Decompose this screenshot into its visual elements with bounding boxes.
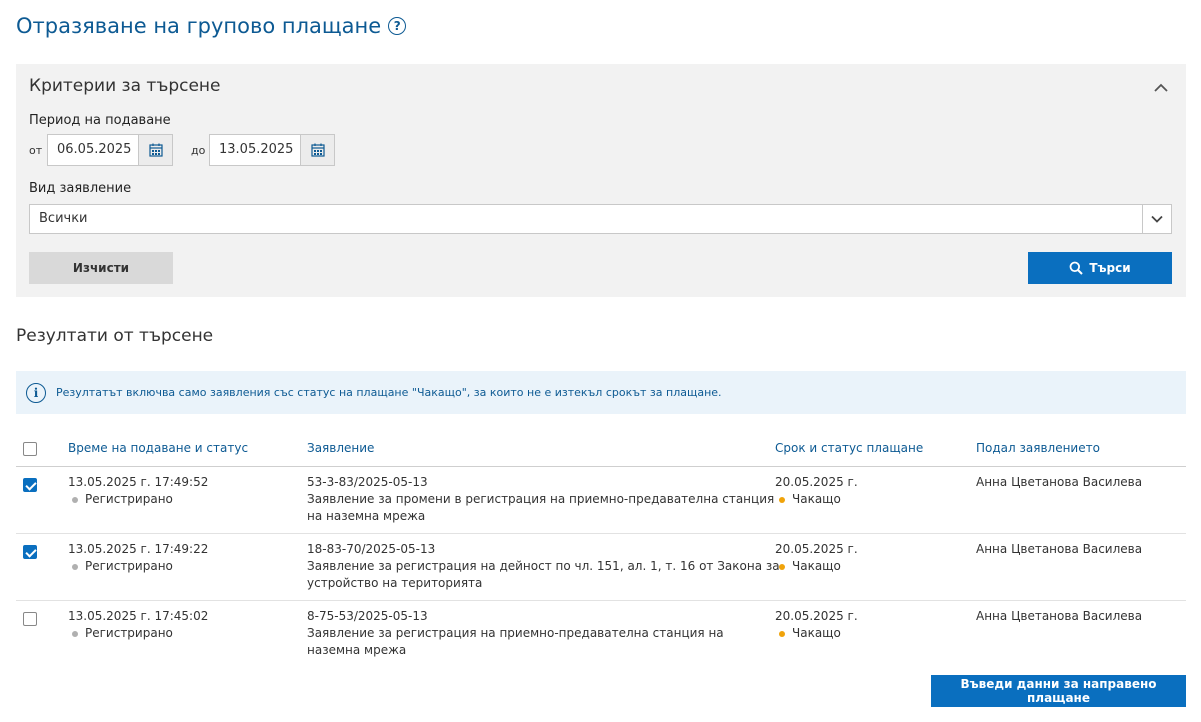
to-date-field[interactable]: 13.05.2025 [209, 134, 335, 166]
row-time-cell: 13.05.2025 г. 17:49:22 Регистрирано [68, 541, 208, 575]
row-checkbox[interactable] [23, 478, 37, 492]
registration-status: Регистрирано [85, 626, 173, 640]
status-dot-icon [72, 630, 78, 637]
submitter-name: Анна Цветанова Василева [976, 542, 1143, 556]
results-title: Резултати от търсене [16, 326, 214, 346]
application-number: 18-83-70/2025-05-13 [307, 542, 436, 556]
status-dot-icon [779, 630, 785, 637]
search-button[interactable]: Търси [1028, 252, 1172, 284]
select-all-checkbox[interactable] [23, 442, 37, 456]
row-application-cell: 18-83-70/2025-05-13 Заявление за регистр… [307, 541, 780, 592]
application-description: Заявление за регистрация на дейност по ч… [307, 559, 780, 573]
from-label: от [29, 144, 43, 157]
payment-deadline: 20.05.2025 г. [775, 542, 858, 556]
to-date-value[interactable]: 13.05.2025 [210, 135, 300, 165]
row-time-cell: 13.05.2025 г. 17:49:52 Регистрирано [68, 474, 208, 508]
payment-deadline: 20.05.2025 г. [775, 609, 858, 623]
results-table: Време на подаване и статус Заявление Сро… [16, 430, 1186, 668]
row-application-cell: 53-3-83/2025-05-13 Заявление за промени … [307, 474, 774, 525]
from-date-field[interactable]: 06.05.2025 [47, 134, 173, 166]
search-button-label: Търси [1089, 261, 1131, 275]
chevron-down-icon[interactable] [1142, 205, 1171, 233]
table-row: 13.05.2025 г. 17:45:02 Регистрирано 8-75… [16, 601, 1186, 668]
status-dot-icon [72, 496, 78, 503]
application-number: 53-3-83/2025-05-13 [307, 475, 428, 489]
row-deadline-cell: 20.05.2025 г. Чакащо [775, 474, 858, 508]
calendar-icon[interactable] [138, 135, 172, 165]
search-icon [1069, 261, 1084, 275]
row-checkbox[interactable] [23, 545, 37, 559]
header-submitter[interactable]: Подал заявлението [976, 441, 1100, 455]
application-description: Заявление за регистрация на приемно-пред… [307, 626, 724, 640]
page-title-text: Отразяване на групово плащане [16, 14, 382, 38]
payment-status: Чакащо [792, 559, 841, 573]
row-deadline-cell: 20.05.2025 г. Чакащо [775, 608, 858, 642]
application-description-cont: устройство на територията [307, 576, 483, 590]
submitter-name: Анна Цветанова Василева [976, 475, 1143, 489]
info-icon: i [26, 382, 46, 403]
page-title: Отразяване на групово плащане ? [16, 14, 407, 38]
to-label: до [191, 144, 206, 157]
row-checkbox[interactable] [23, 612, 37, 626]
status-dot-icon [72, 563, 78, 570]
table-row: 13.05.2025 г. 17:49:52 Регистрирано 53-3… [16, 467, 1186, 534]
application-type-select[interactable]: Всички [29, 204, 1172, 234]
payment-status: Чакащо [792, 492, 841, 506]
row-time-cell: 13.05.2025 г. 17:45:02 Регистрирано [68, 608, 208, 642]
info-text: Резултатът включва само заявления със ст… [56, 386, 722, 399]
application-description-cont: наземна мрежа [307, 643, 407, 657]
payment-deadline: 20.05.2025 г. [775, 475, 858, 489]
application-type-label: Вид заявление [29, 181, 132, 196]
submit-time: 13.05.2025 г. 17:49:22 [68, 542, 209, 556]
table-row: 13.05.2025 г. 17:49:22 Регистрирано 18-8… [16, 534, 1186, 601]
status-dot-icon [779, 563, 785, 570]
submit-time: 13.05.2025 г. 17:45:02 [68, 609, 209, 623]
application-number: 8-75-53/2025-05-13 [307, 609, 428, 623]
submit-time: 13.05.2025 г. 17:49:52 [68, 475, 209, 489]
application-type-value[interactable]: Всички [30, 205, 1142, 233]
registration-status: Регистрирано [85, 492, 173, 506]
clear-button[interactable]: Изчисти [29, 252, 173, 284]
application-description: Заявление за промени в регистрация на пр… [307, 492, 775, 506]
question-circle-icon[interactable]: ? [388, 17, 407, 35]
row-application-cell: 8-75-53/2025-05-13 Заявление за регистра… [307, 608, 724, 659]
row-deadline-cell: 20.05.2025 г. Чакащо [775, 541, 858, 575]
status-dot-icon [779, 496, 785, 503]
criteria-title: Критерии за търсене [29, 76, 221, 96]
info-alert: i Резултатът включва само заявления със … [16, 371, 1186, 414]
header-application[interactable]: Заявление [307, 441, 374, 455]
header-deadline-status[interactable]: Срок и статус плащане [775, 441, 923, 455]
calendar-icon[interactable] [300, 135, 334, 165]
chevron-up-icon[interactable] [1153, 81, 1169, 93]
enter-payment-data-button[interactable]: Въведи данни за направено плащане [931, 675, 1186, 707]
application-description-cont: на наземна мрежа [307, 509, 426, 523]
period-label: Период на подаване [29, 113, 171, 128]
from-date-value[interactable]: 06.05.2025 [48, 135, 138, 165]
submitter-name: Анна Цветанова Василева [976, 609, 1143, 623]
table-header: Време на подаване и статус Заявление Сро… [16, 430, 1186, 467]
payment-status: Чакащо [792, 626, 841, 640]
registration-status: Регистрирано [85, 559, 173, 573]
search-criteria-panel: Критерии за търсене Период на подаване о… [16, 64, 1186, 297]
header-time-status[interactable]: Време на подаване и статус [68, 441, 248, 455]
